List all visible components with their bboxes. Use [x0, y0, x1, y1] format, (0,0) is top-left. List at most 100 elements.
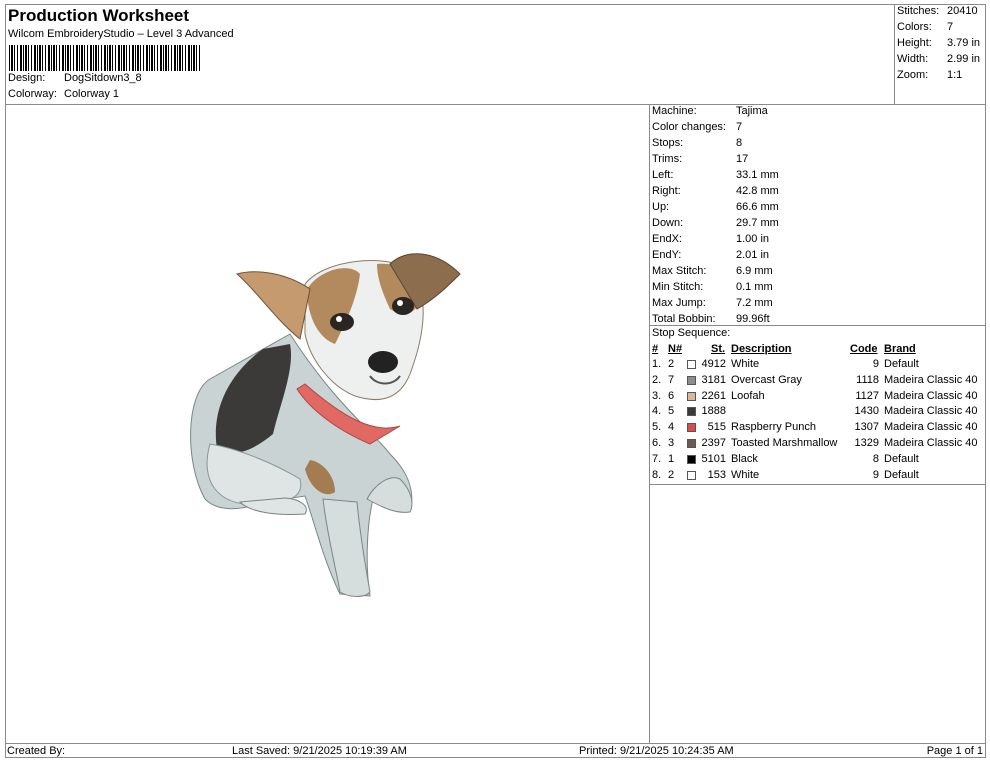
info-row-color-changes: Color changes: 7	[652, 121, 742, 133]
info-label: Machine:	[652, 105, 697, 117]
zoom-label: Zoom:	[897, 69, 929, 81]
row-number: 6.	[652, 437, 662, 449]
created-by: Created By:	[7, 745, 66, 757]
stitches-row: Stitches: 20410	[897, 5, 978, 17]
info-label: Max Stitch:	[652, 265, 707, 277]
stop-sequence-table: Stop Sequence: # N# St. Description Code…	[650, 325, 986, 485]
info-row-up: Up: 66.6 mm	[652, 201, 779, 213]
info-row-endx: EndX: 1.00 in	[652, 233, 769, 245]
colors-value: 7	[947, 21, 954, 33]
info-label: Trims:	[652, 153, 683, 165]
stitch-count: 1888	[701, 405, 726, 418]
needle-number: 2	[668, 358, 675, 370]
row-number: 3.	[652, 389, 662, 402]
info-value: 66.6 mm	[736, 201, 779, 213]
info-label: Right:	[652, 185, 681, 197]
table-row: 1. 2 4912 White 9 Default	[650, 358, 986, 374]
thread-brand: Madeira Classic 40	[884, 389, 978, 402]
info-row-machine: Machine: Tajima	[652, 105, 768, 117]
stitch-count: 515	[707, 421, 726, 434]
info-label: Color changes:	[652, 121, 726, 133]
info-value: 17	[736, 153, 749, 165]
stitches-label: Stitches:	[897, 5, 940, 17]
info-row-left: Left: 33.1 mm	[652, 169, 779, 181]
thread-color-swatch	[687, 375, 696, 385]
col-header-brand: Brand	[884, 343, 916, 355]
info-value: 2.01 in	[736, 249, 770, 261]
worksheet-header: Production Worksheet Wilcom EmbroiderySt…	[5, 4, 895, 105]
thread-description: White	[731, 358, 760, 370]
thread-brand: Madeira Classic 40	[884, 405, 978, 418]
needle-number: 1	[668, 452, 675, 465]
design-row: Design: DogSitdown3_8	[8, 72, 142, 84]
info-value: 0.1 mm	[736, 281, 773, 293]
colors-row: Colors: 7	[897, 21, 953, 33]
needle-number: 4	[668, 421, 675, 434]
height-value: 3.79 in	[947, 37, 981, 49]
info-label: Min Stitch:	[652, 281, 704, 293]
zoom-row: Zoom: 1:1	[897, 69, 962, 81]
info-row-max-jump: Max Jump: 7.2 mm	[652, 297, 773, 309]
colorway-label: Colorway:	[8, 88, 57, 100]
info-label: Max Jump:	[652, 297, 706, 309]
table-row: 8. 2 153 White 9 Default	[650, 469, 986, 485]
needle-number: 2	[668, 468, 675, 481]
thread-color-swatch	[687, 407, 696, 417]
info-label: EndX:	[652, 233, 682, 245]
info-row-min-stitch: Min Stitch: 0.1 mm	[652, 281, 773, 293]
stitch-count: 4912	[701, 358, 726, 370]
stitch-count: 3181	[701, 373, 726, 386]
col-header-num: #	[652, 343, 659, 355]
info-value: 29.7 mm	[736, 217, 779, 229]
thread-color-swatch	[687, 391, 696, 401]
info-row-right: Right: 42.8 mm	[652, 185, 779, 197]
col-header-needle: N#	[668, 343, 683, 355]
thread-color-swatch	[687, 423, 696, 433]
thread-brand: Madeira Classic 40	[884, 373, 978, 386]
dog-embroidery-image	[190, 253, 461, 597]
row-number: 1.	[652, 358, 662, 370]
stitch-count: 5101	[701, 452, 726, 465]
thread-brand: Madeira Classic 40	[884, 437, 978, 449]
thread-code: 9	[872, 358, 879, 370]
thread-description: Black	[731, 452, 758, 465]
thread-color-swatch	[687, 470, 696, 480]
info-value: 7.2 mm	[736, 297, 773, 309]
thread-code: 1118	[856, 373, 879, 386]
stitches-value: 20410	[947, 5, 978, 17]
needle-number: 3	[668, 437, 675, 449]
table-row: 3. 6 2261 Loofah 1127 Madeira Classic 40	[650, 390, 986, 406]
row-number: 2.	[652, 373, 662, 386]
thread-color-swatch	[687, 454, 696, 464]
stitch-count: 2397	[701, 437, 726, 449]
table-row: 2. 7 3181 Overcast Gray 1118 Madeira Classic …	[650, 374, 986, 390]
barcode-image	[9, 45, 202, 71]
info-value: 6.9 mm	[736, 265, 773, 277]
thread-description: Loofah	[731, 389, 765, 402]
needle-number: 5	[668, 405, 675, 418]
table-row: 4. 5 1888 1430 Madeira Classic 40	[650, 405, 986, 421]
colorway-row: Colorway: Colorway 1	[8, 88, 119, 100]
thread-description: White	[731, 468, 760, 481]
summary-panel: Stitches: 20410 Colors: 7 Height: 3.79 in W…	[894, 4, 986, 105]
thread-code: 8	[872, 452, 879, 465]
needle-number: 7	[668, 373, 675, 386]
info-label: Stops:	[652, 137, 684, 149]
thread-color-swatch	[687, 360, 696, 369]
last-saved: Last Saved: 9/21/2025 10:19:39 AM	[232, 745, 407, 757]
col-header-stitches: St.	[711, 343, 726, 355]
height-label: Height:	[897, 37, 932, 49]
page-number: Page 1 of 1	[926, 745, 983, 757]
table-row: 5. 4 515 Raspberry Punch 1307 Madeira Classic…	[650, 421, 986, 437]
row-number: 7.	[652, 452, 662, 465]
table-row: 7. 1 5101 Black 8 Default	[650, 453, 986, 469]
design-preview	[5, 104, 650, 744]
thread-description: Overcast Gray	[731, 373, 802, 386]
info-label: Down:	[652, 217, 684, 229]
table-row: 6. 3 2397 Toasted Marshmallow 1329 Madeira Cl…	[650, 437, 986, 453]
info-row-endy: EndY: 2.01 in	[652, 249, 769, 261]
info-label: Total Bobbin:	[652, 313, 716, 325]
design-value: DogSitdown3_8	[64, 72, 142, 84]
info-value: 1.00 in	[736, 233, 770, 245]
info-value: Tajima	[736, 105, 768, 117]
